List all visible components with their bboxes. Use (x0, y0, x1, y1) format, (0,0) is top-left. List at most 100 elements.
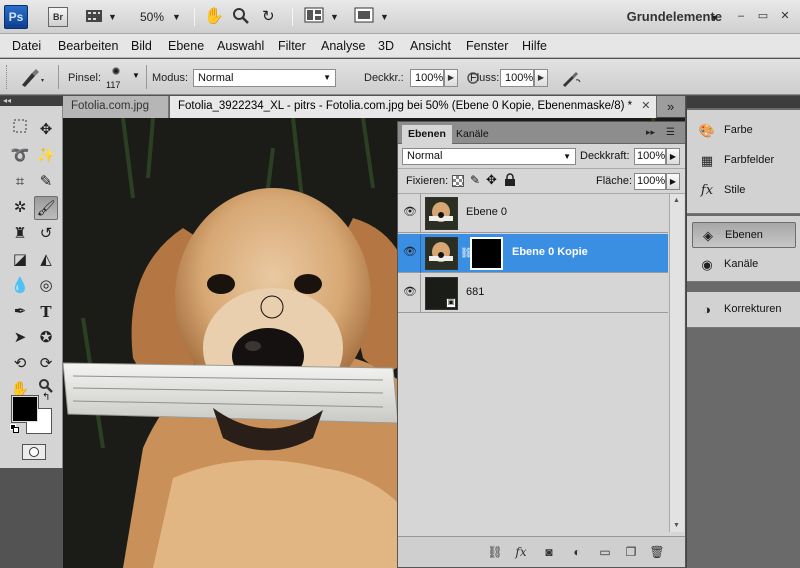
quick-mask-button[interactable] (22, 444, 46, 460)
document-tab-inactive[interactable]: Fotolia.com.jpg (63, 96, 169, 118)
brush-tool-icon[interactable]: 🖌 (34, 196, 58, 220)
blend-mode-select[interactable]: Normal ▼ (402, 148, 576, 165)
chevron-down-icon[interactable]: ▼ (108, 7, 117, 27)
paint-bucket-icon[interactable]: ◭ (34, 248, 58, 272)
flow-field[interactable]: 100% (500, 69, 534, 87)
dock-item-kanaele[interactable]: ◉ Kanäle (692, 252, 796, 278)
blur-tool-icon[interactable]: 💧 (8, 274, 32, 298)
flow-slider-button[interactable]: ▶ (534, 69, 548, 87)
panel-menu-icon[interactable]: ☰ (666, 127, 675, 138)
pen-tool-icon[interactable]: ✒ (8, 300, 32, 324)
close-tab-icon[interactable]: ✕ (641, 100, 650, 112)
add-mask-icon[interactable]: ◙ (540, 545, 558, 559)
eyedropper-icon[interactable]: ✎ (34, 170, 58, 194)
fill-slider-button[interactable]: ▶ (666, 173, 680, 190)
3d-orbit-icon[interactable]: ⟳ (34, 352, 58, 376)
eraser-tool-icon[interactable]: ◪ (8, 248, 32, 272)
menu-datei[interactable]: Datei (12, 39, 41, 53)
layer-row-681[interactable]: 👁 ▣ 681 (398, 274, 668, 313)
menu-hilfe[interactable]: Hilfe (522, 39, 547, 53)
custom-shape-icon[interactable]: ✪ (34, 326, 58, 350)
zoom-level[interactable]: 50% (140, 7, 164, 27)
history-brush-icon[interactable]: ↺ (34, 222, 58, 246)
swap-colors-icon[interactable]: ↰ (42, 392, 50, 403)
zoom-dropdown-icon[interactable]: ▼ (172, 7, 181, 27)
close-button[interactable]: ✕ (776, 8, 794, 24)
workspace-dropdown-icon[interactable]: ▼ (710, 8, 719, 28)
rectangular-marquee-icon[interactable] (8, 118, 32, 142)
menu-fenster[interactable]: Fenster (466, 39, 508, 53)
menu-bild[interactable]: Bild (131, 39, 152, 53)
new-layer-icon[interactable]: ❐ (622, 545, 640, 559)
new-group-icon[interactable]: ▭ (596, 545, 614, 559)
menu-bearbeiten[interactable]: Bearbeiten (58, 39, 118, 53)
zoom-tool-icon[interactable] (232, 7, 250, 27)
workspace-switcher[interactable]: Grundelemente (627, 9, 722, 24)
menu-auswahl[interactable]: Auswahl (217, 39, 264, 53)
view-extras-button[interactable] (84, 7, 106, 27)
restore-button[interactable]: ▭ (754, 8, 772, 24)
fill-field[interactable]: 100% (634, 173, 666, 190)
menu-ansicht[interactable]: Ansicht (410, 39, 451, 53)
eye-icon[interactable]: 👁 (402, 285, 418, 299)
lock-pixels-icon[interactable]: ✎ (470, 173, 480, 187)
tab-ebenen[interactable]: Ebenen (402, 125, 452, 144)
dock-item-farbfelder[interactable]: ▦ Farbfelder (692, 148, 796, 174)
scroll-up-icon[interactable]: ▲ (673, 197, 680, 204)
collapse-panel-icon[interactable]: ▸▸ (646, 127, 655, 138)
dodge-tool-icon[interactable]: ◎ (34, 274, 58, 298)
type-tool-icon[interactable]: T (34, 300, 58, 324)
panel-collapse-icon[interactable]: ◂◂ (0, 96, 63, 106)
move-tool-icon[interactable]: ✥ (34, 118, 58, 142)
tab-overflow-icon[interactable]: » (667, 99, 674, 114)
foreground-color-front[interactable] (12, 396, 38, 422)
menu-filter[interactable]: Filter (278, 39, 306, 53)
dock-collapse-icon[interactable] (687, 96, 800, 108)
magic-wand-icon[interactable]: ✨ (34, 144, 58, 168)
lock-position-icon[interactable]: ✥ (486, 172, 497, 188)
bridge-button[interactable]: Br (48, 7, 68, 27)
rotate-view-icon[interactable]: ↻ (262, 7, 275, 27)
link-layers-icon[interactable]: ⛓ (486, 545, 504, 559)
arrange-dropdown-icon[interactable]: ▼ (330, 7, 339, 27)
layer-row-ebene-0-kopie[interactable]: 👁 ⛓ Ebene 0 Kopie (398, 234, 668, 273)
healing-brush-icon[interactable]: ✲ (8, 196, 32, 220)
clone-stamp-icon[interactable]: ♜ (8, 222, 32, 246)
path-selection-icon[interactable]: ➤ (8, 326, 32, 350)
layer-mask-thumbnail[interactable] (470, 237, 503, 270)
opacity-field[interactable]: 100% (410, 69, 444, 87)
screen-mode-dropdown-icon[interactable]: ▼ (380, 7, 389, 27)
minimize-button[interactable]: – (732, 8, 750, 24)
crop-tool-icon[interactable]: ⌗ (8, 170, 32, 194)
layer-style-icon[interactable]: fx (512, 545, 530, 559)
eye-icon[interactable]: 👁 (402, 245, 418, 259)
tool-preset-picker[interactable] (18, 67, 46, 89)
dock-item-stile[interactable]: fx Stile (692, 178, 796, 204)
menu-3d[interactable]: 3D (378, 39, 394, 53)
tab-kanaele[interactable]: Kanäle (450, 125, 495, 144)
adjustment-layer-icon[interactable]: ◐ (568, 545, 586, 559)
dock-item-korrekturen[interactable]: ◑ Korrekturen (692, 297, 796, 323)
opacity-slider-button[interactable]: ▶ (444, 69, 458, 87)
delete-layer-icon[interactable]: 🗑 (648, 545, 666, 559)
layers-scrollbar[interactable]: ▲ ▼ (669, 194, 684, 532)
lasso-tool-icon[interactable]: ➰ (8, 144, 32, 168)
document-tab-active[interactable]: Fotolia_3922234_XL - pitrs - Fotolia.com… (169, 96, 657, 118)
lock-all-icon[interactable] (504, 173, 516, 187)
hand-tool-icon[interactable]: ✋ (204, 7, 224, 27)
mode-select[interactable]: Normal ▼ (193, 69, 336, 87)
layer-opacity-field[interactable]: 100% (634, 148, 666, 165)
airbrush-icon[interactable] (560, 68, 582, 88)
opacity-slider-button[interactable]: ▶ (666, 148, 680, 165)
eye-icon[interactable]: 👁 (402, 205, 418, 219)
brush-dropdown-icon[interactable]: ▼ (132, 71, 140, 80)
menu-ebene[interactable]: Ebene (168, 39, 204, 53)
dock-item-ebenen[interactable]: ◈ Ebenen (692, 222, 796, 248)
arrange-documents-icon[interactable] (304, 7, 324, 27)
screen-mode-icon[interactable] (354, 7, 374, 27)
layer-row-ebene-0[interactable]: 👁 Ebene 0 (398, 194, 668, 233)
scroll-down-icon[interactable]: ▼ (673, 522, 680, 529)
brush-preset-picker[interactable]: 117 (104, 63, 130, 91)
menu-analyse[interactable]: Analyse (321, 39, 365, 53)
lock-transparency-icon[interactable] (452, 175, 464, 187)
